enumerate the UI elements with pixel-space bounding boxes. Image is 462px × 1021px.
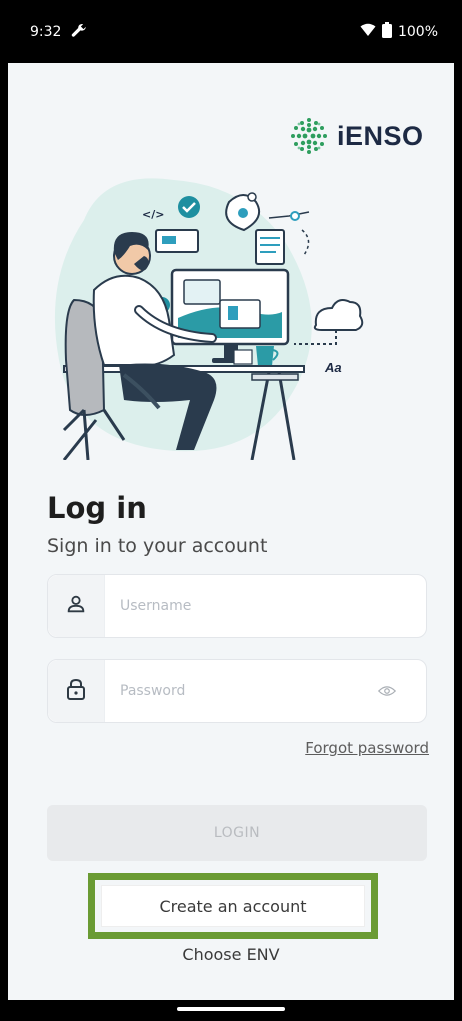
username-field[interactable] xyxy=(47,574,427,638)
create-account-highlight: Create an account xyxy=(88,873,378,939)
status-bar: 9:32 100% xyxy=(0,0,462,63)
create-account-button[interactable]: Create an account xyxy=(101,885,365,927)
battery-icon xyxy=(381,22,392,42)
status-indicators: 100% xyxy=(360,22,438,42)
password-input[interactable] xyxy=(120,660,380,722)
wifi-icon xyxy=(360,23,376,41)
developer-illustration: </> Aa xyxy=(54,178,364,460)
username-input[interactable] xyxy=(120,575,380,637)
brand-logo: iENSO xyxy=(289,116,424,156)
svg-text:Aa: Aa xyxy=(324,360,342,375)
battery-percent: 100% xyxy=(397,24,438,40)
home-indicator[interactable] xyxy=(177,1007,285,1011)
login-screen: iENSO </> Aa Log in Sign in to your acco… xyxy=(8,63,454,1000)
page-subtitle: Sign in to your account xyxy=(47,535,268,557)
navigation-bar xyxy=(0,1000,462,1021)
username-icon-box xyxy=(48,575,105,637)
login-button[interactable]: LOGIN xyxy=(47,805,427,861)
page-title: Log in xyxy=(47,491,147,525)
status-time: 9:32 xyxy=(30,24,62,40)
password-field[interactable] xyxy=(47,659,427,723)
brand-name: iENSO xyxy=(337,120,424,151)
svg-text:</>: </> xyxy=(142,208,164,221)
lock-icon xyxy=(66,678,86,704)
password-icon-box xyxy=(48,660,105,722)
forgot-password-link[interactable]: Forgot password xyxy=(305,739,429,757)
wrench-icon xyxy=(70,22,88,44)
user-icon xyxy=(65,593,87,619)
brand-logo-icon xyxy=(291,118,327,154)
eye-icon[interactable] xyxy=(377,683,397,703)
choose-env-link[interactable]: Choose ENV xyxy=(8,945,454,964)
